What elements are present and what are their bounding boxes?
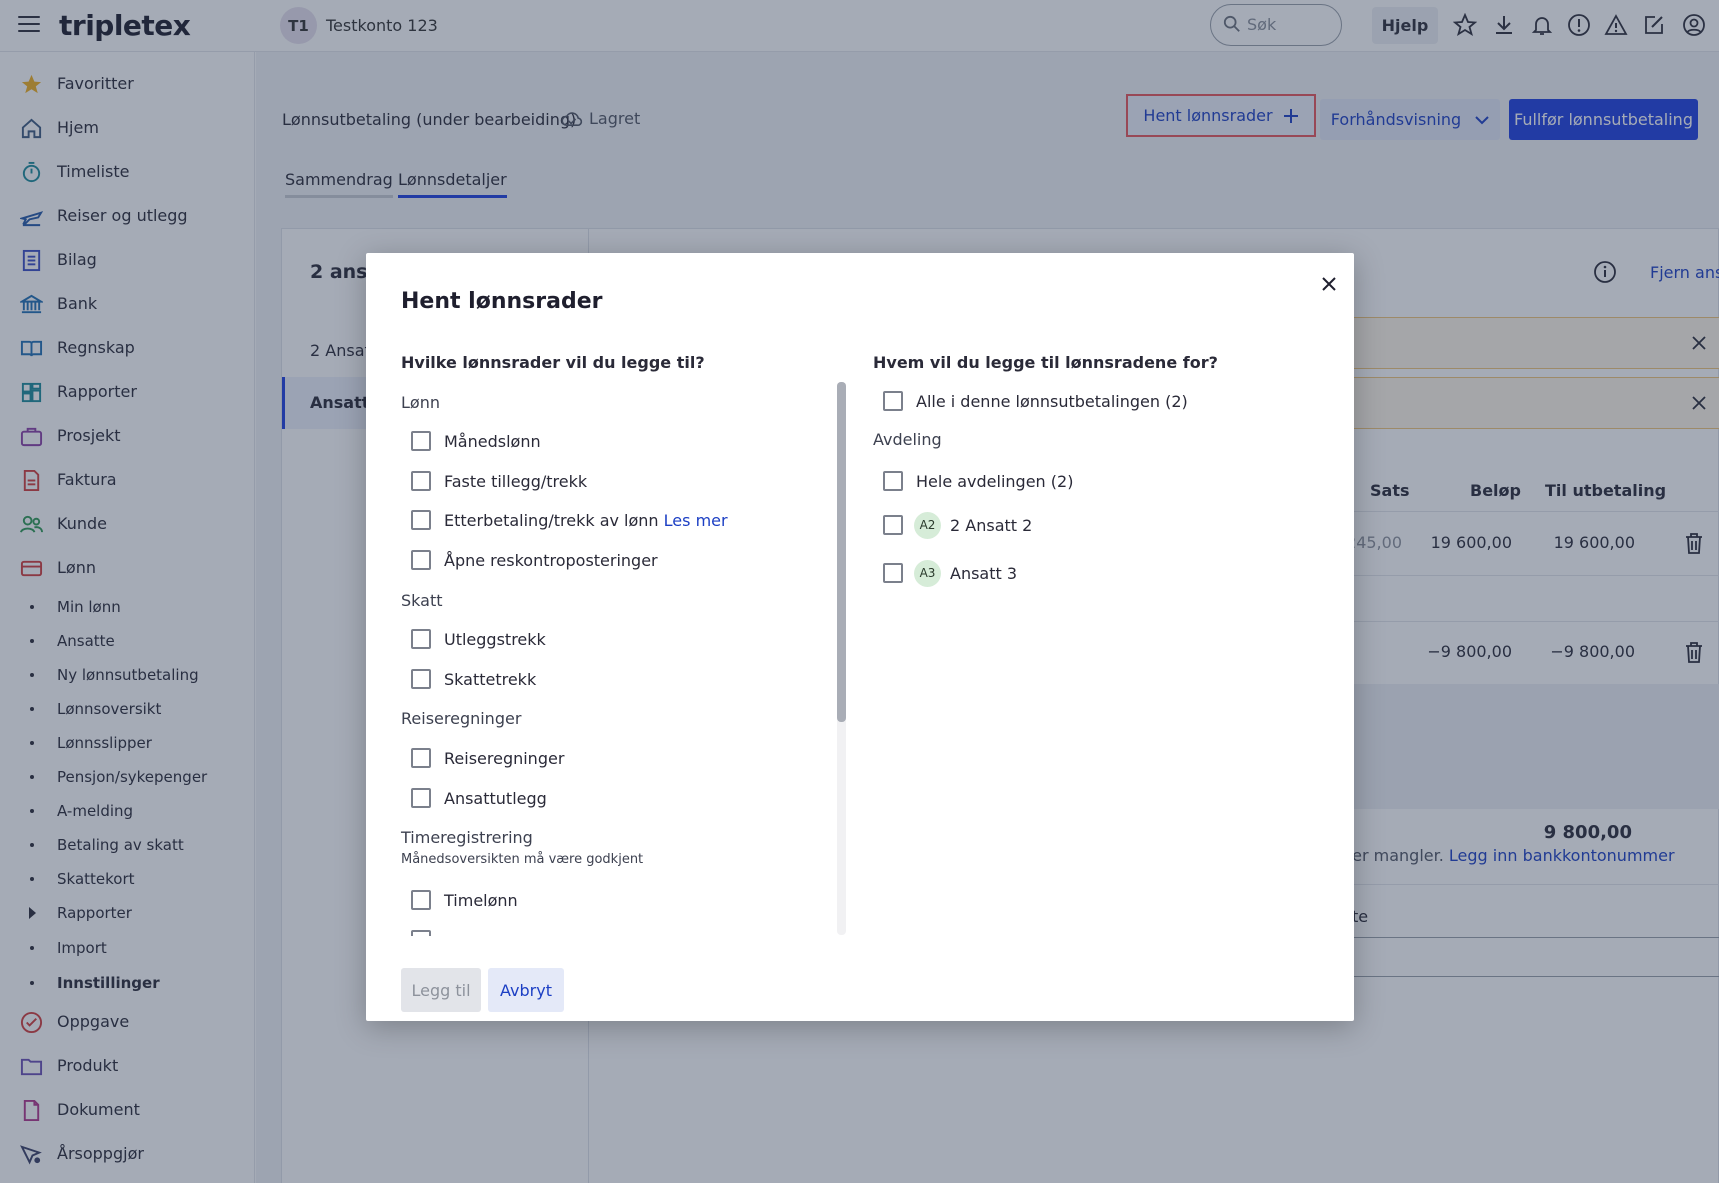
checkbox-row-manedslonn[interactable]: Månedslønn [411,427,541,455]
group-label-lonn: Lønn [401,393,440,412]
checkbox-row-employee[interactable]: A2 2 Ansatt 2 [883,511,1032,539]
checkbox[interactable] [411,629,431,649]
hent-lonnsrader-dialog: Hent lønnsrader Hvilke lønnsrader vil du… [366,253,1354,1021]
scrollbar-thumb[interactable] [837,382,846,722]
checkbox[interactable] [883,515,903,535]
cancel-button[interactable]: Avbryt [488,968,564,1012]
right-column-heading: Hvem vil du legge til lønnsradene for? [873,353,1218,372]
checkbox[interactable] [411,748,431,768]
checkbox-row-skattetrekk[interactable]: Skattetrekk [411,665,536,693]
checkbox-row-hele-avdelingen[interactable]: Hele avdelingen (2) [883,467,1073,495]
avatar: A3 [914,559,941,587]
group-sublabel-timeregistrering: Månedsoversikten må være godkjent [401,852,644,867]
group-label-reiseregninger: Reiseregninger [401,709,522,728]
les-mer-link[interactable]: Les mer [664,511,728,530]
checkbox[interactable] [883,563,903,583]
checkbox[interactable] [411,510,431,530]
checkbox-row-alle[interactable]: Alle i denne lønnsutbetalingen (2) [883,387,1188,415]
checkbox-row-employee[interactable]: A3 Ansatt 3 [883,559,1017,587]
checkbox-row-timelonn[interactable]: Timelønn [411,886,518,914]
checkbox-row-partial[interactable] [411,926,431,936]
checkbox-row-ansattutlegg[interactable]: Ansattutlegg [411,784,547,812]
checkbox[interactable] [411,890,431,910]
checkbox-row-reiseregninger[interactable]: Reiseregninger [411,744,564,772]
checkbox[interactable] [411,788,431,808]
checkbox[interactable] [411,431,431,451]
checkbox[interactable] [883,471,903,491]
checkbox-row-etterbetaling[interactable]: Etterbetaling/trekk av lønn Les mer [411,506,728,534]
checkbox[interactable] [411,930,431,936]
checkbox-row-faste-tillegg[interactable]: Faste tillegg/trekk [411,467,587,495]
left-column-heading: Hvilke lønnsrader vil du legge til? [401,353,705,372]
checkbox-row-reskontro[interactable]: Åpne reskontroposteringer [411,546,658,574]
checkbox[interactable] [411,471,431,491]
group-label-timeregistrering: Timeregistrering [401,828,533,847]
department-label: Avdeling [873,430,942,449]
group-label-skatt: Skatt [401,591,443,610]
add-button[interactable]: Legg til [401,968,481,1012]
checkbox[interactable] [883,391,903,411]
checkbox-row-utleggstrekk[interactable]: Utleggstrekk [411,625,546,653]
checkbox[interactable] [411,669,431,689]
avatar: A2 [914,511,941,539]
checkbox[interactable] [411,550,431,570]
